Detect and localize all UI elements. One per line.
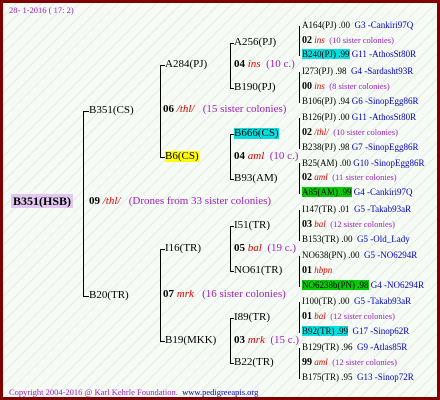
lower-a-queen[interactable]: I16(TR) [165,243,201,254]
g4-entry[interactable]: A85(AM) .99 G4 -Cankiri97Q [302,187,413,197]
lower-drones: 07 mrk (16 sister colonies) [163,288,286,300]
g4-entry[interactable]: B92(TR) .99 G17 -Sinop62R [302,326,409,336]
upper-a-queen[interactable]: A284(PJ) [165,59,207,70]
g4-entry[interactable]: NO638(PN) .00 G5 -NO6294R [302,251,417,260]
upper-ab-queen[interactable]: B190(PJ) [234,82,276,93]
lower-b-drones: 03 mrk (15 c.) [234,334,300,346]
root-drones: 09 /thl/ (Drones from 33 sister colonies… [89,195,272,207]
g4-entry[interactable]: B153(TR) .00 G5 -Old_Lady [302,235,410,244]
upper-aa-queen[interactable]: A256(PJ) [234,37,276,48]
upper-queen[interactable]: B351(CS) [89,105,134,116]
footer-copyright: Copyright 2004-2016 @ Karl Kehrle Founda… [9,387,259,397]
lower-connector [160,249,161,342]
lower-ab-queen[interactable]: NO61(TR) [234,265,282,276]
lower-queen[interactable]: B20(TR) [89,290,129,301]
g4-drones: 01 hbpn [302,265,333,276]
upper-b-queen[interactable]: B6(CS) [165,151,199,162]
g4-entry[interactable]: B25(AM) .00 G10 -SinopEgg86R [302,159,425,168]
header-date: 28- 1-2016 ( 17: 2) [9,5,74,15]
root-connector [83,111,84,297]
upper-bb-queen[interactable]: B93(AM) [234,173,277,184]
g4-drones: 02 ins (10 sister colonies) [302,35,394,46]
g4-drones: 03 bal (12 sister colonies) [302,219,395,230]
upper-a-drones: 04 ins (10 c.) [234,58,295,70]
upper-drones: 06 /thl/ (15 sister colonies) [163,103,287,115]
upper-ba-queen[interactable]: B666(CS) [234,128,279,139]
upper-b-drones: 04 aml (10 c.) [234,150,299,162]
lower-b-queen[interactable]: B19(MKK) [165,335,216,346]
lower-aa-queen[interactable]: I51(TR) [234,220,270,231]
lower-bb-queen[interactable]: B22(TR) [234,357,274,368]
g4-entry[interactable]: NO6238b(PN) .98 G4 -NO6294R [302,280,424,290]
root-queen[interactable]: B351(HSB) [11,194,74,208]
g4-entry[interactable]: B126(PJ) .00 G11 -AthosSt80R [302,113,416,122]
lower-ba-queen[interactable]: I89(TR) [234,312,270,323]
g4-entry[interactable]: I147(TR) .01 G5 -Takab93aR [302,205,411,214]
g4-drones: 01 bal (12 sister colonies) [302,311,395,322]
g4-entry[interactable]: I273(PJ) .98 G4 -Sardasht93R [302,67,413,76]
g4-entry[interactable]: B238(PJ) .98 G7 -SinopEgg86R [302,143,419,152]
g4-drones: 02 aml (11 sister colonies) [302,172,397,183]
g4-drones: 02 /thl/ (10 sister colonies) [302,127,398,138]
g4-drones: 99 aml (12 sister colonies) [302,357,397,368]
g4-drones: 00 ins (8 sister colonies) [302,81,390,92]
g4-entry[interactable]: B240(PJ) .99 G11 -AthosSt80R [302,49,416,59]
g4-entry[interactable]: I100(TR) .00 G5 -Takab93aR [302,297,411,306]
pedigree-frame: 28- 1-2016 ( 17: 2) Copyright 2004-2016 … [0,0,440,400]
g4-entry[interactable]: B129(TR) .96 G9 -Atlas85R [302,343,407,352]
g4-entry[interactable]: B106(PJ) .94 G6 -SinopEgg86R [302,97,419,106]
lower-a-drones: 05 bal (19 c.) [234,242,297,254]
g4-entry[interactable]: B175(TR) .95 G13 -Sinop72R [302,373,414,382]
g4-entry[interactable]: A164(PJ) .00 G3 -Cankiri97Q [302,21,413,30]
upper-connector [160,65,161,158]
